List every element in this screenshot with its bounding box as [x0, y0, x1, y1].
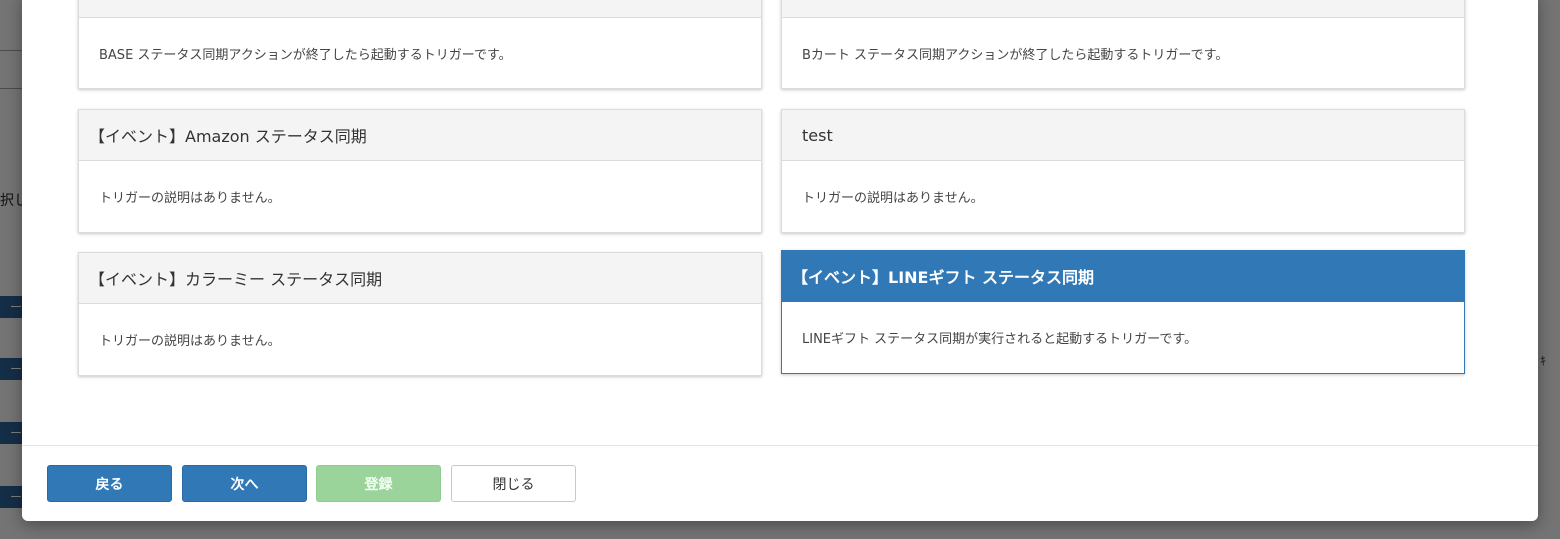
card-title: test: [782, 110, 1464, 161]
card-description: トリガーの説明はありません。: [802, 191, 984, 206]
card-description: Bカート ステータス同期アクションが終了したら起動するトリガーです。: [802, 47, 1229, 63]
card-title: 【イベント】Amazon ステータス同期: [79, 110, 761, 161]
trigger-card-base[interactable]: BASE ステータス同期アクションが終了したら起動するトリガーです。: [78, 0, 762, 89]
trigger-card-linegift[interactable]: 【イベント】LINEギフト ステータス同期 LINEギフト ステータス同期が実行…: [781, 250, 1465, 374]
card-title: 【イベント】カラーミー ステータス同期: [79, 253, 761, 304]
back-button[interactable]: 戻る: [47, 465, 172, 502]
footer-divider: [22, 445, 1538, 446]
trigger-card-bcart[interactable]: Bカート ステータス同期アクションが終了したら起動するトリガーです。: [781, 0, 1465, 89]
trigger-card-amazon[interactable]: 【イベント】Amazon ステータス同期 トリガーの説明はありません。: [78, 109, 762, 233]
close-button[interactable]: 閉じる: [451, 465, 576, 502]
trigger-select-modal: BASE ステータス同期アクションが終了したら起動するトリガーです。 Bカート …: [22, 0, 1538, 521]
card-description: LINEギフト ステータス同期が実行されると起動するトリガーです。: [802, 332, 1198, 347]
register-button[interactable]: 登録: [316, 465, 441, 502]
card-description: トリガーの説明はありません。: [99, 334, 281, 349]
card-description: トリガーの説明はありません。: [99, 191, 281, 206]
card-title: [79, 0, 761, 18]
trigger-card-test[interactable]: test トリガーの説明はありません。: [781, 109, 1465, 233]
trigger-card-colorme[interactable]: 【イベント】カラーミー ステータス同期 トリガーの説明はありません。: [78, 252, 762, 376]
card-title: [782, 0, 1464, 18]
card-description: BASE ステータス同期アクションが終了したら起動するトリガーです。: [99, 47, 512, 63]
next-button[interactable]: 次へ: [182, 465, 307, 502]
card-title: 【イベント】LINEギフト ステータス同期: [782, 251, 1464, 302]
